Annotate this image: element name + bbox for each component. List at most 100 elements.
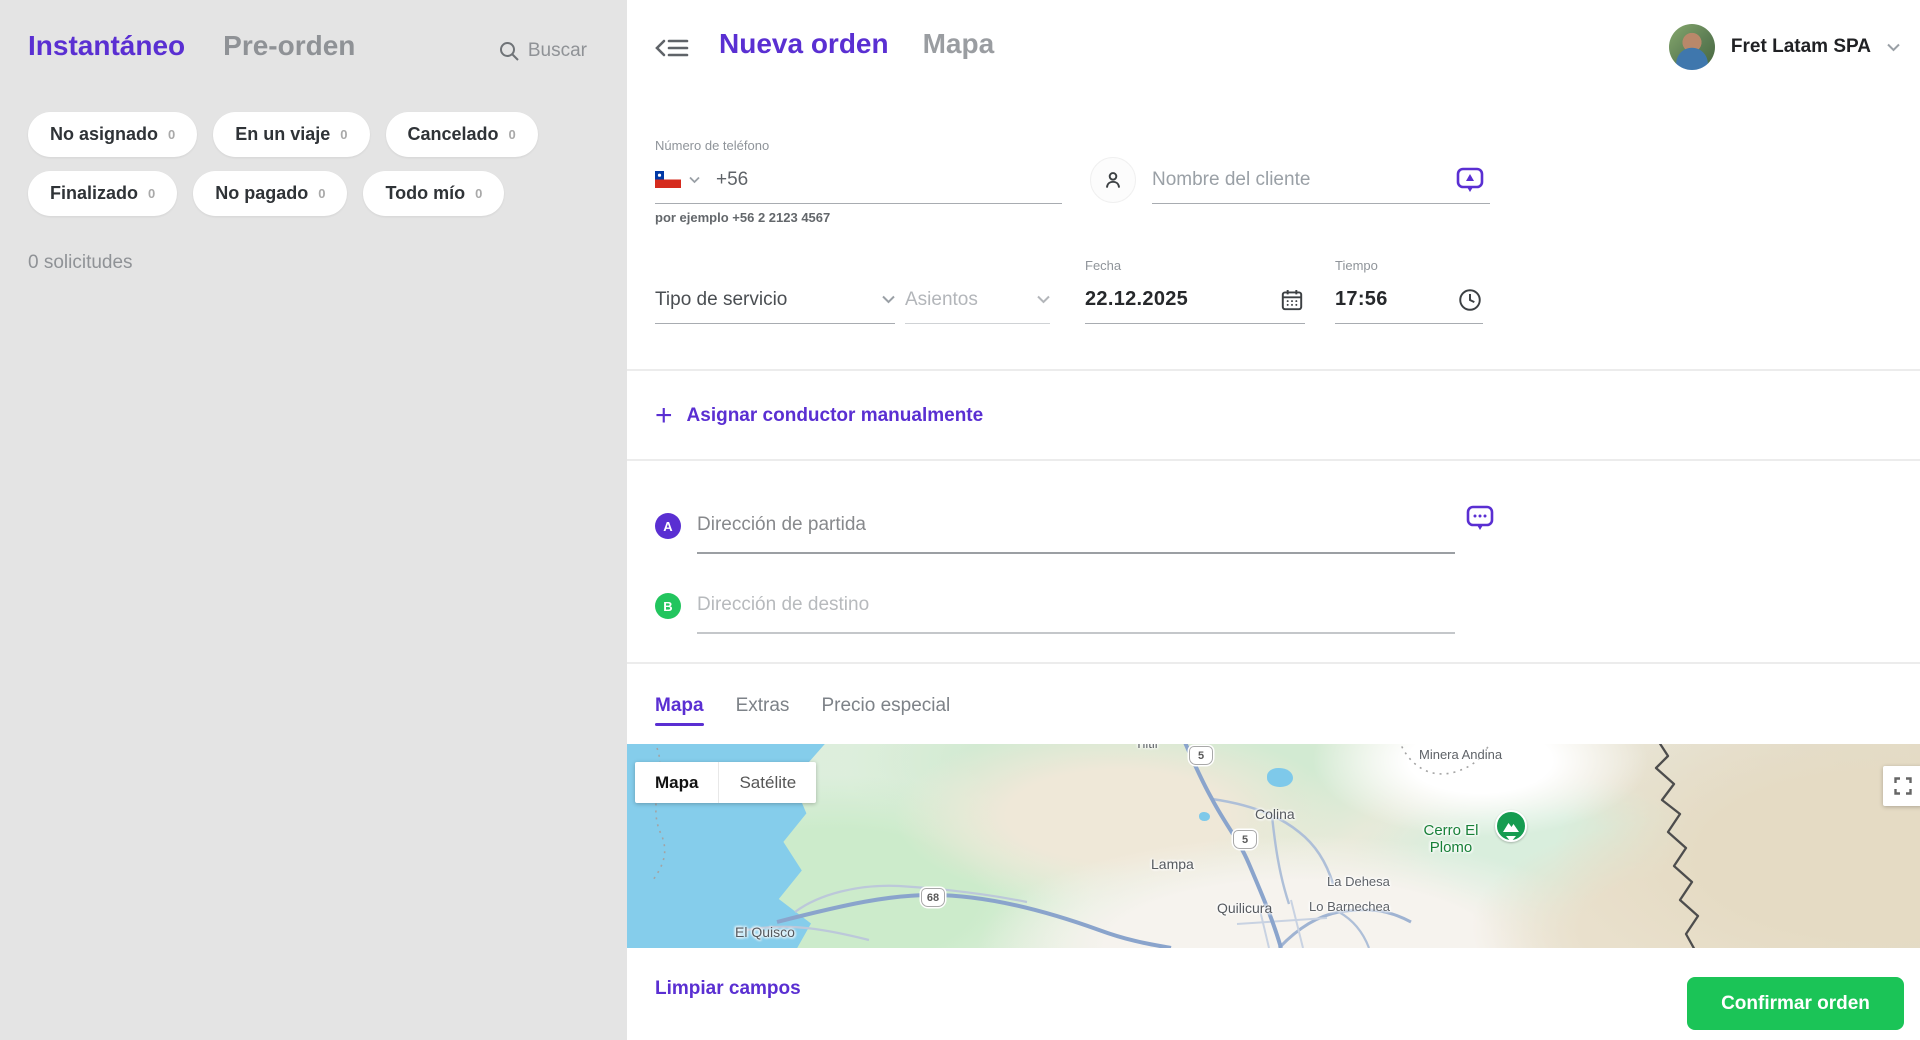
- chip-label: En un viaje: [235, 124, 330, 145]
- divider: [627, 369, 1920, 371]
- chip-label: Finalizado: [50, 183, 138, 204]
- orders-sidebar: Instantáneo Pre-orden Buscar No asignado…: [0, 0, 627, 1040]
- chip-label: No pagado: [215, 183, 308, 204]
- clock-icon[interactable]: [1457, 287, 1483, 313]
- map-label-lampa: Lampa: [1151, 856, 1194, 872]
- chip-count: 0: [318, 186, 325, 201]
- tab-extras[interactable]: Extras: [736, 688, 790, 724]
- phone-label: Número de teléfono: [655, 138, 1062, 156]
- form-actions: Limpiar campos Confirmar orden: [627, 948, 1920, 1040]
- route-shield-68: 68: [921, 888, 945, 907]
- mountain-peak-marker-icon: [1495, 810, 1527, 842]
- chip-count: 0: [475, 186, 482, 201]
- map-label-minera-andina: Minera Andina: [1419, 747, 1502, 762]
- panel-header: Nueva orden Mapa Fret Latam SPA: [627, 0, 1920, 96]
- client-name-group: [1090, 138, 1490, 204]
- collapse-menu-icon[interactable]: [655, 34, 689, 62]
- date-label: Fecha: [1085, 258, 1305, 276]
- chip-label: No asignado: [50, 124, 158, 145]
- date-field[interactable]: Fecha 22.12.2025: [1085, 258, 1305, 324]
- map-canvas[interactable]: Tiltil Minera Andina Colina Lampa Cerro …: [627, 744, 1920, 948]
- chevron-down-icon: [689, 176, 700, 184]
- clear-fields-link[interactable]: Limpiar campos: [655, 978, 801, 1000]
- chip-label: Cancelado: [408, 124, 499, 145]
- map-roads: [627, 744, 1920, 948]
- map-type-satellite-button[interactable]: Satélite: [718, 762, 816, 803]
- header-tabs: Nueva orden Mapa: [719, 28, 994, 60]
- time-label: Tiempo: [1335, 258, 1483, 276]
- map-label-colina: Colina: [1255, 806, 1295, 822]
- chip-count: 0: [168, 127, 175, 142]
- requests-count: 0 solicitudes: [28, 252, 133, 274]
- tab-mapa[interactable]: Mapa: [655, 688, 704, 724]
- chip-cancelado[interactable]: Cancelado 0: [386, 112, 538, 157]
- chip-count: 0: [340, 127, 347, 142]
- map-label-tiltil: Tiltil: [1135, 744, 1158, 751]
- dropoff-marker-badge: B: [655, 593, 681, 619]
- tab-mapa-header[interactable]: Mapa: [923, 28, 995, 60]
- account-menu[interactable]: Fret Latam SPA: [1669, 24, 1900, 70]
- map-label-quilicura: Quilicura: [1217, 900, 1272, 916]
- divider: [627, 459, 1920, 461]
- chip-no-asignado[interactable]: No asignado 0: [28, 112, 197, 157]
- detail-tabs: Mapa Extras Precio especial: [655, 688, 950, 724]
- assign-driver-label: Asignar conductor manualmente: [687, 405, 984, 427]
- tab-pre-orden[interactable]: Pre-orden: [223, 30, 355, 62]
- tab-instantaneo[interactable]: Instantáneo: [28, 30, 185, 62]
- phone-input[interactable]: [716, 169, 1062, 191]
- chip-count: 0: [509, 127, 516, 142]
- assign-driver-link[interactable]: + Asignar conductor manualmente: [655, 392, 983, 440]
- new-order-panel: Nueva orden Mapa Fret Latam SPA Número d…: [627, 0, 1920, 1040]
- map-label-lo-barnechea: Lo Barnechea: [1309, 899, 1390, 914]
- account-name: Fret Latam SPA: [1731, 36, 1871, 58]
- search-icon: [498, 40, 520, 62]
- seats-placeholder: Asientos: [905, 289, 1037, 311]
- search-button[interactable]: Buscar: [498, 40, 587, 62]
- service-type-placeholder: Tipo de servicio: [655, 289, 882, 311]
- chip-en-un-viaje[interactable]: En un viaje 0: [213, 112, 369, 157]
- map-label-la-dehesa: La Dehesa: [1327, 874, 1390, 889]
- status-filter-chips: No asignado 0 En un viaje 0 Cancelado 0 …: [28, 112, 576, 216]
- tab-precio-especial[interactable]: Precio especial: [821, 688, 950, 724]
- tab-nueva-orden[interactable]: Nueva orden: [719, 28, 889, 60]
- chip-finalizado[interactable]: Finalizado 0: [28, 171, 177, 216]
- chip-count: 0: [148, 186, 155, 201]
- chip-no-pagado[interactable]: No pagado 0: [193, 171, 347, 216]
- country-code-selector[interactable]: [655, 171, 700, 188]
- client-notes-icon[interactable]: [1455, 166, 1485, 198]
- search-label: Buscar: [528, 40, 587, 62]
- chip-label: Todo mío: [385, 183, 465, 204]
- chevron-down-icon: [1037, 295, 1050, 304]
- route-shield-5: 5: [1189, 746, 1213, 765]
- seats-select[interactable]: Asientos: [905, 258, 1050, 324]
- plus-icon: +: [655, 401, 673, 431]
- map-label-cerro-el-plomo: Cerro El Plomo: [1407, 822, 1495, 857]
- service-type-select[interactable]: Tipo de servicio: [655, 258, 895, 324]
- pickup-address-input[interactable]: [697, 514, 1455, 536]
- phone-field-group: Número de teléfono por ejemplo +56 2 212…: [655, 138, 1062, 225]
- confirm-order-button[interactable]: Confirmar orden: [1687, 977, 1904, 1030]
- chip-todo-mio[interactable]: Todo mío 0: [363, 171, 504, 216]
- phone-hint: por ejemplo +56 2 2123 4567: [655, 210, 1062, 225]
- fullscreen-icon[interactable]: [1883, 766, 1920, 806]
- route-shield-5: 5: [1233, 830, 1257, 849]
- map-label-el-quisco: El Quisco: [735, 924, 795, 940]
- date-value: 22.12.2025: [1085, 288, 1279, 311]
- map-type-map-button[interactable]: Mapa: [635, 762, 718, 803]
- chevron-down-icon: [1887, 43, 1900, 52]
- pickup-comment-icon[interactable]: [1465, 504, 1495, 536]
- person-icon: [1090, 157, 1136, 203]
- chile-flag-icon: [655, 171, 681, 188]
- map-type-control: Mapa Satélite: [635, 762, 816, 803]
- chevron-down-icon: [882, 295, 895, 304]
- time-field[interactable]: Tiempo 17:56: [1335, 258, 1483, 324]
- sidebar-tabs: Instantáneo Pre-orden: [28, 30, 355, 62]
- dropoff-address-row: B: [655, 578, 1455, 634]
- client-name-input[interactable]: [1152, 169, 1490, 191]
- avatar: [1669, 24, 1715, 70]
- dropoff-address-input[interactable]: [697, 594, 1455, 616]
- calendar-icon[interactable]: [1279, 287, 1305, 313]
- pickup-marker-badge: A: [655, 513, 681, 539]
- pickup-address-row: A: [655, 498, 1455, 554]
- divider: [627, 662, 1920, 664]
